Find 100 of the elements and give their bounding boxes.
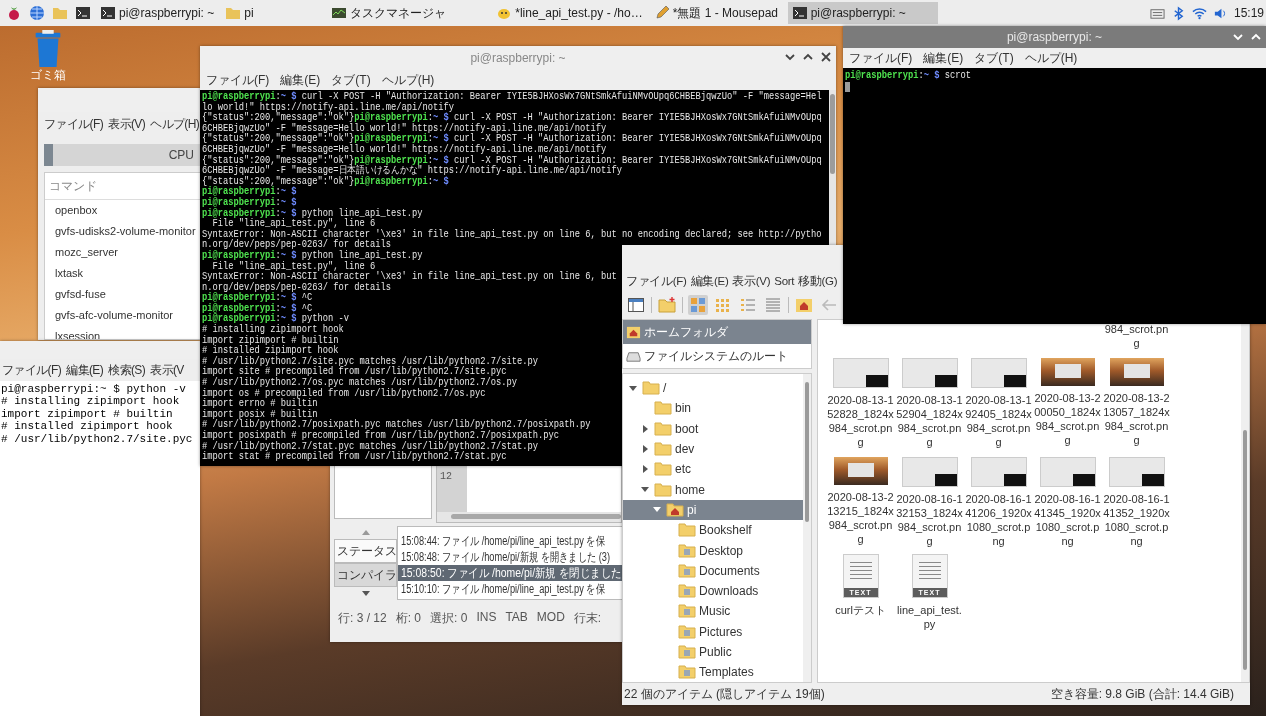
message-tab[interactable]: ステータス (334, 539, 397, 563)
screenshot-thumbnail[interactable] (832, 358, 889, 388)
menu-item[interactable]: ファイル(F) (849, 49, 913, 67)
expander-icon[interactable] (629, 385, 637, 391)
expander-icon[interactable] (642, 424, 648, 433)
vertical-scrollbar[interactable] (829, 90, 836, 245)
menu-item[interactable]: ファイル(F) (206, 71, 270, 89)
log-line[interactable]: 15:08:44: ファイル /home/pi/line_api_test.py を保 (398, 533, 622, 549)
process-name[interactable]: openbox (55, 204, 98, 216)
file-name[interactable]: 2020-08-16-141206_1920x1080_scrot.png (964, 492, 1033, 548)
close-icon[interactable] (820, 51, 832, 63)
taskbar-task[interactable]: *無題 1 - Mousepad (649, 2, 785, 24)
clock[interactable]: 15:19 (1233, 6, 1264, 20)
menu-item[interactable]: 編集(E) (690, 273, 729, 289)
file-name[interactable]: line_api_test.py (895, 603, 964, 631)
file-name[interactable]: 2020-08-13-192405_1824x984_scrot.png (964, 393, 1033, 449)
process-name[interactable]: lxtask (55, 267, 84, 279)
menu-item[interactable]: 編集(E) (280, 71, 321, 89)
scrollbar-thumb[interactable] (805, 382, 809, 522)
new-folder-icon[interactable] (657, 295, 677, 315)
menu-item[interactable]: 編集(E) (66, 361, 104, 379)
menu-item[interactable]: ヘルプ(H) (150, 115, 200, 133)
menu-item[interactable]: 表示(V (150, 361, 184, 379)
tree-item[interactable]: dev (623, 438, 803, 460)
sunset-thumbnail[interactable] (833, 457, 888, 485)
tree-item[interactable]: etc (623, 459, 803, 480)
file-name[interactable]: 2020-08-16-141345_1920x1080_scrot.png (1033, 492, 1102, 548)
menu-item[interactable]: タブ(T) (974, 49, 1014, 67)
menu-item[interactable]: タブ(T) (331, 71, 371, 89)
file-name[interactable]: 2020-08-13-152828_1824x984_scrot.png (826, 393, 895, 449)
menu-item[interactable]: ファイル(F) (44, 115, 104, 133)
expander-icon[interactable] (641, 487, 649, 493)
menu-item[interactable]: 検索(S) (108, 361, 146, 379)
file-name[interactable]: curlテスト (826, 603, 895, 617)
scrollbar-thumb[interactable] (451, 514, 621, 519)
terminal-icon[interactable] (75, 5, 91, 21)
taskbar-task[interactable]: *line_api_test.py - /ho… (492, 2, 647, 24)
screenshot-thumbnail[interactable] (970, 457, 1027, 487)
minimize-icon[interactable] (1232, 31, 1244, 43)
taskbar-task[interactable]: pi (221, 2, 325, 24)
code-area[interactable] (467, 465, 621, 512)
process-name[interactable]: gvfsd-fuse (55, 288, 106, 300)
sunset-thumbnail[interactable] (1040, 358, 1095, 386)
up-arrow-icon[interactable] (361, 530, 370, 535)
file-name[interactable]: 2020-08-13-152904_1824x984_scrot.png (895, 393, 964, 449)
taskbar-task[interactable]: pi@raspberrypi: ~ (96, 2, 219, 24)
tree-item[interactable]: Music (623, 601, 803, 622)
minimize-icon[interactable] (784, 51, 796, 63)
tree-item[interactable]: Bookshelf (623, 520, 803, 541)
menu-item[interactable]: 表示(V) (108, 115, 146, 133)
menu-item[interactable]: Sort (774, 275, 795, 287)
horizontal-scrollbar[interactable] (437, 512, 621, 522)
process-name[interactable]: gvfs-afc-volume-monitor (55, 309, 173, 321)
file-name[interactable]: 2020-08-16-132153_1824x984_scrot.png (895, 492, 964, 548)
trash-label[interactable]: ゴミ箱 (30, 67, 66, 84)
taskbar-task[interactable]: タスクマネージャ (327, 2, 490, 24)
taskbar-task[interactable]: pi@raspberrypi: ~ (787, 2, 938, 24)
menu-item[interactable]: ヘルプ(H) (1024, 49, 1078, 67)
tree-item[interactable]: / (623, 378, 803, 399)
file-name[interactable]: 984_scrot.png (1102, 322, 1171, 350)
place-item[interactable]: ファイルシステムのルート (623, 344, 811, 368)
expander-icon[interactable] (642, 465, 648, 474)
wifi-icon[interactable] (1191, 5, 1207, 21)
screenshot-thumbnail[interactable] (901, 457, 958, 487)
tree-item[interactable]: Templates (623, 662, 803, 682)
menu-item[interactable]: ファイル(F) (2, 361, 62, 379)
vertical-scrollbar[interactable] (803, 374, 811, 682)
raspberry-icon[interactable] (6, 5, 22, 21)
process-name[interactable]: gvfs-udisks2-volume-monitor (55, 225, 196, 237)
tree-item[interactable]: Public (623, 641, 803, 663)
sunset-thumbnail[interactable] (1109, 358, 1164, 386)
scrollbar-thumb[interactable] (1243, 430, 1247, 670)
file-name[interactable]: 2020-08-16-141352_1920x1080_scrot.png (1102, 492, 1171, 548)
menu-item[interactable]: ヘルプ(H) (381, 71, 435, 89)
menu-item[interactable]: 編集(E) (923, 49, 964, 67)
menu-item[interactable]: ファイル(F) (626, 273, 687, 289)
column-header[interactable]: コマンド (49, 179, 97, 193)
side-panel-icon[interactable] (626, 295, 646, 315)
file-name[interactable]: 2020-08-13-213215_1824x984_scrot.png (826, 490, 895, 546)
tree-item[interactable]: Documents (623, 560, 803, 581)
message-tab[interactable]: コンパイラ (334, 563, 397, 587)
expander-icon[interactable] (642, 445, 648, 454)
file-name[interactable]: 2020-08-13-213057_1824x984_scrot.png (1102, 391, 1171, 447)
menu-item[interactable]: 表示(V) (732, 273, 771, 289)
log-line[interactable]: 15:08:48: ファイル /home/pi/新規 を開きました (3) (398, 549, 622, 565)
screenshot-thumbnail[interactable] (901, 358, 958, 388)
screenshot-thumbnail[interactable] (1039, 457, 1096, 487)
tree-item[interactable]: boot (623, 418, 803, 439)
screenshot-thumbnail[interactable] (970, 358, 1027, 388)
tree-item[interactable]: pi (623, 499, 803, 521)
process-name[interactable]: mozc_server (55, 246, 118, 258)
globe-icon[interactable] (29, 5, 45, 21)
screenshot-thumbnail[interactable] (1108, 457, 1165, 487)
down-arrow-icon[interactable] (361, 591, 370, 596)
menu-item[interactable]: 移動(G) (798, 273, 838, 289)
tree-item[interactable]: home (623, 479, 803, 500)
scrollbar-thumb[interactable] (830, 94, 835, 174)
tree-item[interactable]: Desktop (623, 540, 803, 561)
place-item[interactable]: ホームフォルダ (623, 320, 811, 344)
log-line[interactable]: 15:10:10: ファイル /home/pi/line_api_test.py を保 (398, 581, 622, 597)
